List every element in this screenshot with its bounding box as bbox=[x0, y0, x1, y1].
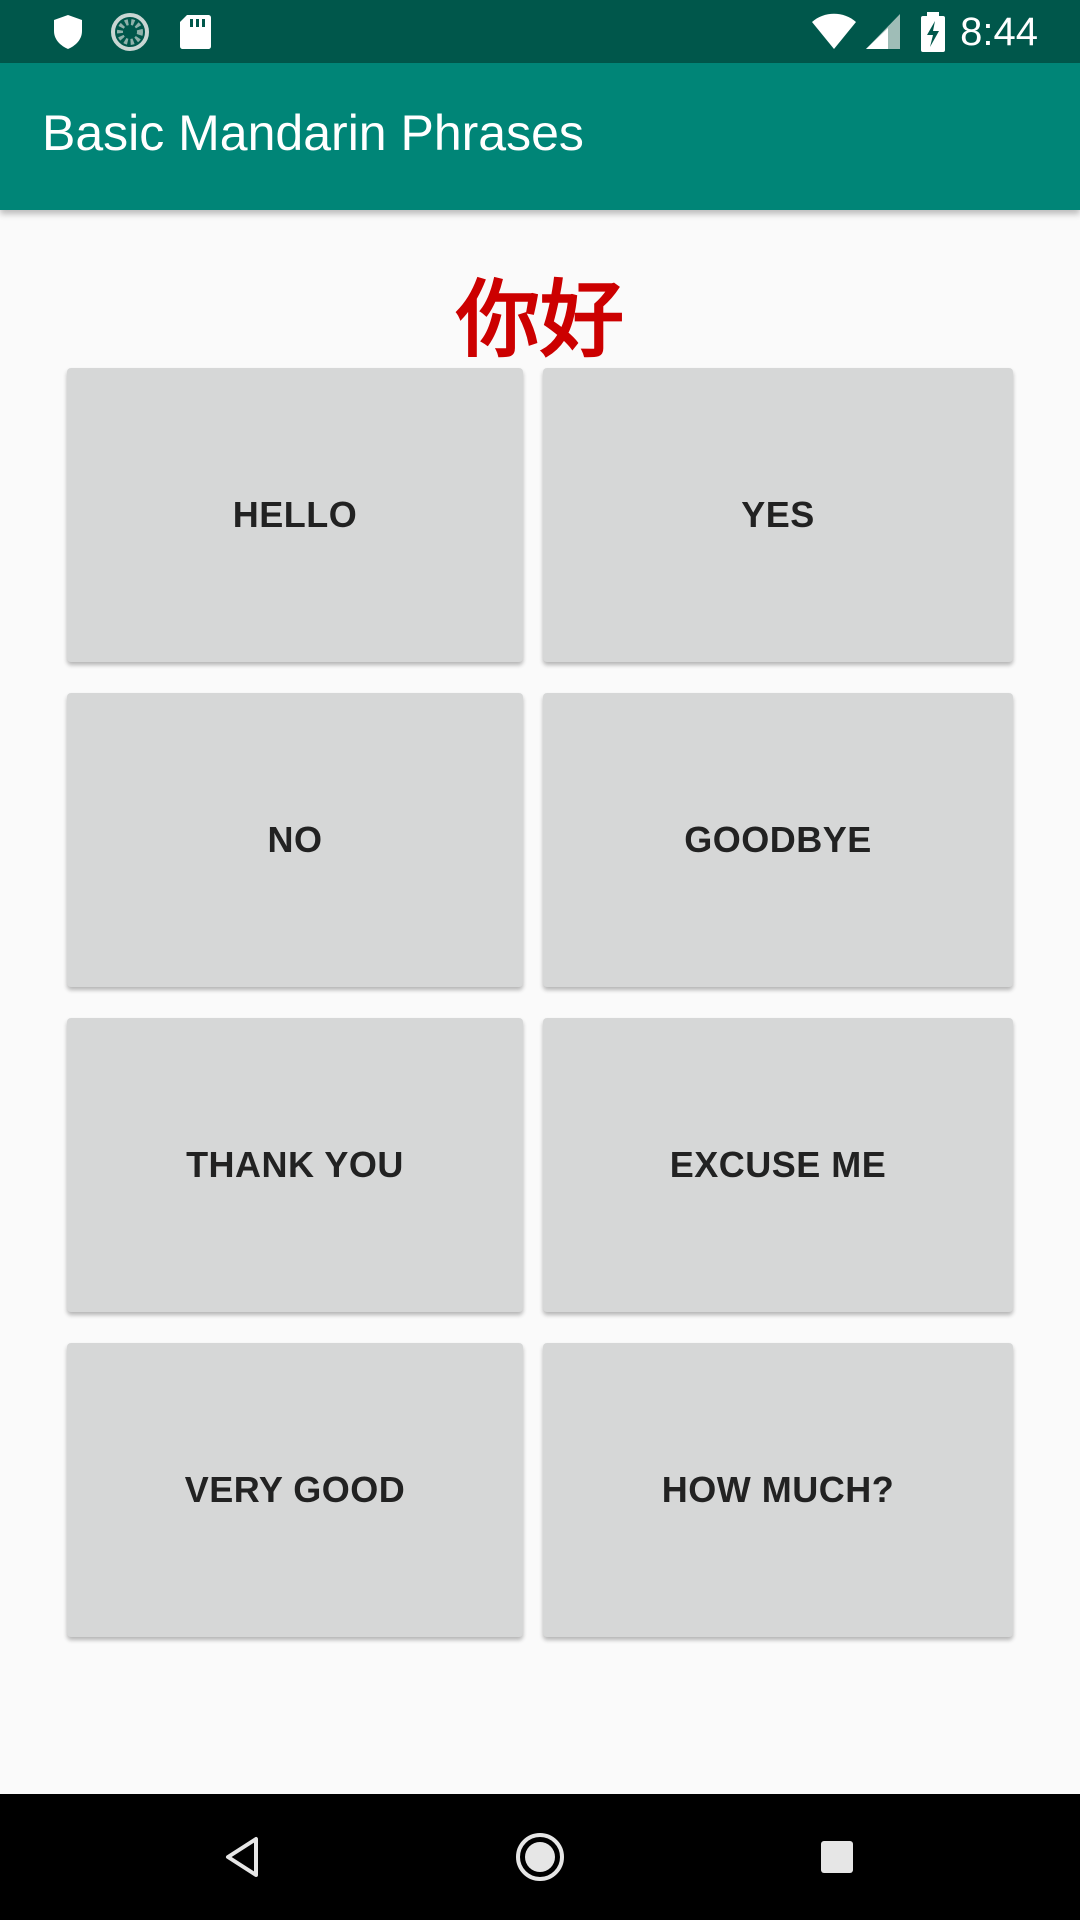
wifi-icon bbox=[810, 12, 858, 52]
app-bar: Basic Mandarin Phrases bbox=[0, 63, 1080, 210]
home-icon[interactable] bbox=[510, 1827, 570, 1887]
recents-icon[interactable] bbox=[807, 1827, 867, 1887]
phrase-display: 你好 bbox=[455, 271, 624, 369]
no-button[interactable]: NO bbox=[67, 693, 523, 987]
sync-progress-icon bbox=[110, 12, 150, 52]
sd-card-icon bbox=[175, 12, 215, 52]
excuse-me-button[interactable]: EXCUSE ME bbox=[543, 1018, 1013, 1312]
very-good-button[interactable]: VERY GOOD bbox=[67, 1343, 523, 1637]
yes-button[interactable]: YES bbox=[543, 368, 1013, 662]
cell-signal-icon bbox=[864, 12, 904, 52]
goodbye-button[interactable]: GOODBYE bbox=[543, 693, 1013, 987]
thank-you-button[interactable]: THANK YOU bbox=[67, 1018, 523, 1312]
battery-charging-icon bbox=[918, 12, 948, 52]
main-content: 你好 HELLO YES NO GOODBYE THANK YOU EXCUSE… bbox=[0, 210, 1080, 1794]
how-much-button[interactable]: HOW MUCH? bbox=[543, 1343, 1013, 1637]
status-bar: 8:44 bbox=[0, 0, 1080, 63]
hello-button[interactable]: HELLO bbox=[67, 368, 523, 662]
app-title: Basic Mandarin Phrases bbox=[42, 105, 584, 161]
back-icon[interactable] bbox=[212, 1827, 272, 1887]
shield-icon bbox=[48, 12, 88, 52]
navigation-bar bbox=[0, 1794, 1080, 1920]
status-time: 8:44 bbox=[960, 10, 1038, 54]
